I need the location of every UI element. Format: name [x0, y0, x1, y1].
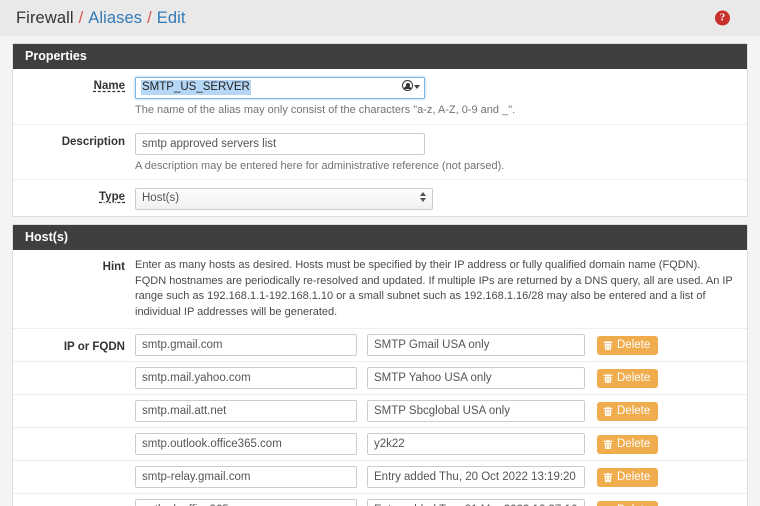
hosts-panel-heading: Host(s): [13, 225, 747, 250]
hosts-panel: Host(s) Hint Enter as many hosts as desi…: [12, 224, 748, 506]
delete-button-label: Delete: [617, 372, 650, 385]
delete-host-button[interactable]: Delete: [597, 402, 658, 421]
host-row-label: [13, 377, 135, 380]
name-row: Name SMTP_US_SERVER The name of the alia…: [13, 69, 747, 125]
name-input[interactable]: [135, 77, 425, 99]
host-row-label: IP or FQDN: [13, 338, 135, 353]
breadcrumb-separator: /: [147, 9, 152, 28]
host-description-cell: [367, 466, 597, 488]
host-description-cell: [367, 499, 597, 506]
breadcrumb-item-firewall: Firewall: [16, 9, 74, 28]
breadcrumb-item-edit[interactable]: Edit: [157, 9, 186, 28]
host-row-label: [13, 476, 135, 479]
host-description-cell: [367, 334, 597, 356]
delete-host-button[interactable]: Delete: [597, 336, 658, 355]
host-row-label: [13, 410, 135, 413]
host-description-input[interactable]: [367, 400, 585, 422]
delete-button-label: Delete: [617, 339, 650, 352]
host-row: Delete: [13, 494, 747, 506]
type-label: Type: [13, 188, 135, 203]
host-row: Delete: [13, 428, 747, 461]
name-label: Name: [13, 77, 135, 92]
host-row: IP or FQDN Delete: [13, 329, 747, 362]
delete-button-label: Delete: [617, 438, 650, 451]
type-select[interactable]: Host(s): [135, 188, 433, 210]
type-row: Type Host(s): [13, 180, 747, 216]
description-field-wrap: A description may be entered here for ad…: [135, 133, 747, 174]
host-address-cell: [135, 466, 367, 488]
host-description-input[interactable]: [367, 466, 585, 488]
description-input[interactable]: [135, 133, 425, 155]
host-description-input[interactable]: [367, 367, 585, 389]
host-address-cell: [135, 499, 367, 506]
host-row: Delete: [13, 362, 747, 395]
trash-icon: [603, 373, 613, 384]
delete-host-button[interactable]: Delete: [597, 468, 658, 487]
host-description-input[interactable]: [367, 499, 585, 506]
host-delete-cell: Delete: [597, 435, 658, 454]
hint-row: Hint Enter as many hosts as desired. Hos…: [13, 250, 747, 329]
trash-icon: [603, 439, 613, 450]
host-row: Delete: [13, 461, 747, 494]
delete-host-button[interactable]: Delete: [597, 369, 658, 388]
description-help-text: A description may be entered here for ad…: [135, 159, 733, 174]
delete-button-label: Delete: [617, 471, 650, 484]
host-row: Delete: [13, 395, 747, 428]
breadcrumb-separator: /: [79, 9, 84, 28]
breadcrumb-bar: Firewall / Aliases / Edit ?: [0, 0, 760, 36]
delete-host-button[interactable]: Delete: [597, 501, 658, 506]
delete-button-label: Delete: [617, 405, 650, 418]
trash-icon: [603, 340, 613, 351]
properties-panel-body: Name SMTP_US_SERVER The name of the alia…: [13, 69, 747, 216]
host-address-input[interactable]: [135, 400, 357, 422]
host-delete-cell: Delete: [597, 369, 658, 388]
delete-host-button[interactable]: Delete: [597, 435, 658, 454]
help-icon[interactable]: ?: [715, 11, 730, 26]
host-address-cell: [135, 433, 367, 455]
host-row-label: [13, 443, 135, 446]
properties-panel: Properties Name SMTP_US_SERVER The name …: [12, 43, 748, 217]
breadcrumb-item-aliases[interactable]: Aliases: [88, 9, 142, 28]
host-address-cell: [135, 367, 367, 389]
description-label: Description: [13, 133, 135, 148]
trash-icon: [603, 472, 613, 483]
host-address-cell: [135, 400, 367, 422]
host-description-cell: [367, 433, 597, 455]
host-delete-cell: Delete: [597, 336, 658, 355]
autofill-contact-icon[interactable]: [402, 80, 420, 91]
host-address-input[interactable]: [135, 499, 357, 506]
name-field-wrap: SMTP_US_SERVER The name of the alias may…: [135, 77, 747, 118]
trash-icon: [603, 406, 613, 417]
host-address-input[interactable]: [135, 334, 357, 356]
description-row: Description A description may be entered…: [13, 125, 747, 181]
hint-label: Hint: [13, 258, 135, 320]
hosts-panel-body: Hint Enter as many hosts as desired. Hos…: [13, 250, 747, 506]
host-description-input[interactable]: [367, 334, 585, 356]
properties-panel-heading: Properties: [13, 44, 747, 69]
host-address-input[interactable]: [135, 433, 357, 455]
host-delete-cell: Delete: [597, 468, 658, 487]
host-description-input[interactable]: [367, 433, 585, 455]
host-description-cell: [367, 367, 597, 389]
type-field-wrap: Host(s): [135, 188, 747, 210]
host-rows-container: IP or FQDN Delete Delete Delete Delete Delete…: [13, 329, 747, 506]
name-help-text: The name of the alias may only consist o…: [135, 103, 733, 118]
host-delete-cell: Delete: [597, 501, 658, 506]
host-delete-cell: Delete: [597, 402, 658, 421]
host-address-cell: [135, 334, 367, 356]
host-description-cell: [367, 400, 597, 422]
host-address-input[interactable]: [135, 466, 357, 488]
host-address-input[interactable]: [135, 367, 357, 389]
hint-text: Enter as many hosts as desired. Hosts mu…: [135, 258, 747, 320]
